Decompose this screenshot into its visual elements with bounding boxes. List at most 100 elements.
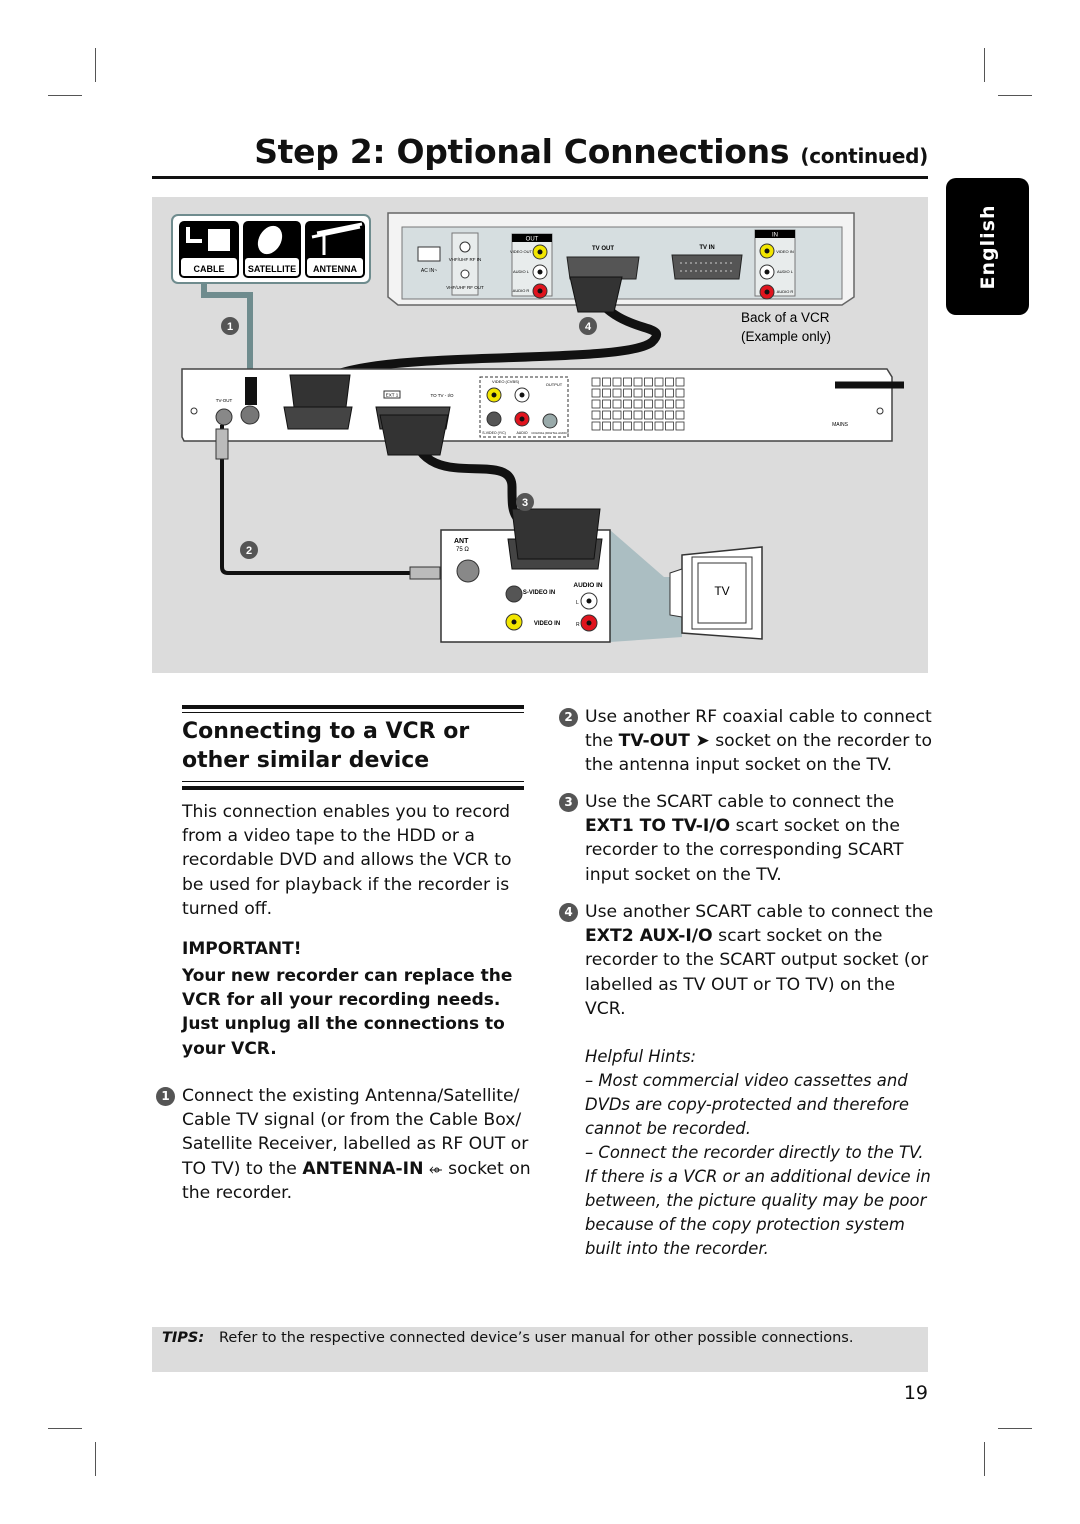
recorder-video-cvbs-label: VIDEO (CVBS)	[492, 379, 520, 384]
step-text: Use the SCART cable to connect the	[585, 792, 895, 812]
recorder-ext1-label: EXT 1	[386, 393, 399, 398]
step-text: Use another SCART cable to connect the	[585, 902, 934, 922]
vcr-back-panel: AC IN~ VHF/UHF RF IN VHF/UHF RF OUT OUT …	[387, 212, 855, 306]
hint-item: – Connect the recorder directly to the T…	[585, 1143, 931, 1258]
important-label: IMPORTANT!	[182, 939, 302, 959]
recorder-back-panel: TV-OUT EXT 1 TO TV - I/O VIDEO (CVBS) OU…	[181, 368, 904, 442]
tv-ant-label: ANT	[454, 538, 469, 545]
antenna-source-icon: ANTENNA	[305, 221, 365, 278]
antenna-in-icon: ⬰	[428, 1158, 443, 1179]
source-label-satellite: SATELLITE	[248, 264, 296, 274]
section-rule	[182, 781, 524, 782]
title-rule	[152, 176, 928, 179]
callout-1: 1	[221, 317, 239, 335]
language-tab-label: English	[976, 204, 999, 289]
scart-plug-ext1	[379, 414, 449, 456]
recorder-audio-label: AUDIO	[516, 431, 527, 435]
vcr-caption-line1: Back of a VCR	[741, 310, 830, 325]
tv-video-in-label: VIDEO IN	[534, 621, 560, 627]
recorder-svideo-label: S-VIDEO (Y/C)	[482, 431, 506, 435]
step-emphasis: ANTENNA-IN	[302, 1158, 424, 1179]
vcr-out-header: OUT	[526, 237, 539, 243]
coax-plug-recorder	[215, 428, 229, 460]
cable-source-icon: CABLE	[179, 221, 239, 278]
tv-screen-label: TV	[714, 584, 729, 598]
vcr-video-out-label: VIDEO OUT	[510, 249, 533, 254]
step-emphasis: TV-OUT	[618, 731, 690, 752]
vcr-audio-in-r-label: AUDIO R	[777, 289, 794, 294]
page-title: Step 2: Optional Connections (continued)	[254, 132, 928, 171]
page-number: 19	[903, 1382, 928, 1404]
vcr-tv-out-label: TV OUT	[592, 246, 614, 252]
antenna-plug	[245, 377, 257, 405]
crop-mark	[998, 1428, 1032, 1429]
recorder-tv-out-jack	[215, 408, 233, 426]
vcr-tv-in-scart	[671, 254, 743, 280]
signal-sources: CABLE SATELLITE ANTENNA	[171, 214, 371, 284]
recorder-coaxial-label: COAXIAL (DIGITAL AUDIO)	[531, 431, 568, 435]
hints-title: Helpful Hints:	[585, 1047, 697, 1066]
satellite-source-icon: SATELLITE	[243, 221, 301, 278]
scart-plug-tv	[511, 508, 601, 560]
hint-item: – Most commercial video cassettes and DV…	[585, 1071, 909, 1138]
step-4: 4 Use another SCART cable to connect the…	[559, 900, 935, 1021]
recorder-ext2-scart	[283, 406, 353, 430]
step-number-badge: 1	[156, 1087, 175, 1106]
crop-mark	[95, 1442, 96, 1476]
vcr-video-in-label: VIDEO IN	[776, 249, 794, 254]
scart-plug-vcr	[569, 276, 623, 313]
step-number-badge: 2	[559, 708, 578, 727]
section-heading: Connecting to a VCR or other similar dev…	[182, 719, 470, 773]
scart-plug-ext2	[289, 374, 351, 408]
svg-text:2: 2	[246, 545, 252, 557]
tv-r-label: R	[576, 622, 580, 628]
intro-paragraph: This connection enables you to record fr…	[182, 802, 512, 919]
step-1: 1 Connect the existing Antenna/Satellite…	[156, 1084, 532, 1205]
language-tab: English	[946, 178, 1029, 315]
vcr-ac-in-label: AC IN~	[421, 268, 437, 274]
tv-set-icon: TV	[669, 546, 763, 640]
important-text: Your new recorder can replace the VCR fo…	[182, 966, 513, 1059]
crop-mark	[998, 95, 1032, 96]
section-rule	[182, 786, 524, 790]
source-label-cable: CABLE	[194, 264, 225, 274]
tv-l-label: L	[576, 600, 579, 606]
tips-text: Refer to the respective connected device…	[219, 1330, 854, 1346]
crop-mark	[95, 48, 96, 82]
connection-diagram: CABLE SATELLITE ANTENNA AC IN~ VHF/UHF R…	[152, 197, 928, 673]
coax-plug-tv	[409, 566, 441, 580]
page-title-suffix: (continued)	[800, 144, 928, 168]
helpful-hints: Helpful Hints: – Most commercial video c…	[585, 1045, 935, 1261]
tv-ant-impedance: 75 Ω	[456, 547, 469, 553]
recorder-tv-out-label: TV-OUT	[216, 398, 233, 403]
callout-4: 4	[579, 317, 597, 335]
vcr-tv-out-scart	[566, 256, 640, 280]
crop-mark	[984, 48, 985, 82]
vcr-rf-out-label: VHF/UHF RF OUT	[446, 285, 484, 290]
vcr-audio-l-label: AUDIO L	[513, 269, 530, 274]
recorder-to-tv-io-label: TO TV - I/O	[430, 393, 454, 398]
tv-ant-jack	[456, 559, 480, 583]
section-rule	[182, 712, 524, 713]
tips-bar: TIPS: Refer to the respective connected …	[152, 1327, 928, 1372]
recorder-antenna-in-jack	[240, 405, 260, 425]
vcr-in-header: IN	[772, 233, 778, 239]
recorder-mains-label: MAINS	[832, 422, 849, 428]
recorder-output-label: OUTPUT	[546, 382, 563, 387]
step-number-badge: 3	[559, 793, 578, 812]
svg-text:1: 1	[227, 321, 233, 333]
tips-label: TIPS:	[162, 1330, 205, 1346]
section-rule	[182, 705, 524, 709]
crop-mark	[984, 1442, 985, 1476]
tv-audio-in-label: AUDIO IN	[573, 582, 603, 589]
source-label-antenna: ANTENNA	[313, 264, 357, 274]
crop-mark	[48, 95, 82, 96]
callout-3: 3	[516, 493, 534, 511]
tv-svideo-in-label: S-VIDEO IN	[523, 590, 555, 596]
step-emphasis: EXT1 TO TV-I/O	[585, 816, 731, 837]
callout-2: 2	[240, 541, 258, 559]
crop-mark	[48, 1428, 82, 1429]
vcr-tv-in-label: TV IN	[699, 245, 714, 251]
tv-out-icon: ➤	[695, 731, 710, 752]
connection-diagram-svg: CABLE SATELLITE ANTENNA AC IN~ VHF/UHF R…	[171, 212, 904, 643]
